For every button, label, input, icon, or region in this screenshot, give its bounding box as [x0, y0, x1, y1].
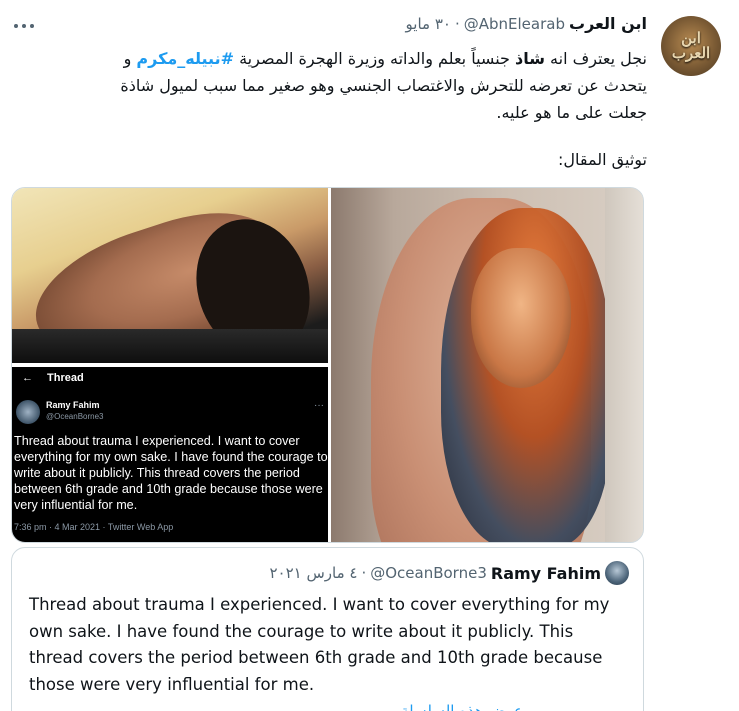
tweet-text-strong: شاذ — [515, 49, 545, 68]
thread-screenshot-text: Thread about trauma I experienced. I wan… — [14, 434, 328, 512]
thread-screenshot-name: Ramy Fahim — [46, 400, 100, 410]
media-grid: ← Thread Ramy Fahim @OceanBorne3 ··· Thr… — [11, 187, 644, 543]
tweet-text: نجل يعترف انه شاذ جنسياً بعلم والداته وز… — [47, 45, 647, 126]
quoted-tweet-date: ٤ مارس ٢٠٢١ — [269, 564, 358, 582]
tweet-text-line: يتحدث عن تعرضه للتحرش والاغتصاب الجنسي و… — [120, 76, 647, 95]
tweet[interactable]: ابن العرب ابن العرب @AbnElearab · ٣٠ ماي… — [0, 0, 739, 711]
tweet-text-line: جعلت على ما هو عليه. — [496, 103, 647, 122]
quoted-author-handle: @OceanBorne3 — [370, 564, 487, 582]
tweet-text-segment: و — [123, 49, 137, 68]
thread-screenshot-meta: 7:36 pm · 4 Mar 2021 · Twitter Web App — [14, 522, 174, 532]
thread-screenshot-avatar — [16, 400, 40, 424]
source-label: توثيق المقال: — [558, 150, 647, 169]
thread-screenshot-topbar: ← Thread — [22, 372, 84, 384]
thread-screenshot-more-icon: ··· — [314, 400, 324, 411]
show-thread-link[interactable]: عرض هذه السلسلة — [401, 702, 523, 711]
quoted-header-separator: · — [361, 564, 367, 582]
photo-selfie[interactable] — [12, 188, 328, 384]
thread-screenshot-title: Thread — [47, 372, 84, 384]
photo-lion-tattoo[interactable] — [331, 188, 643, 542]
quoted-author-name: Ramy Fahim — [490, 563, 601, 583]
hashtag-link[interactable]: #نبيله_مكرم — [136, 49, 234, 68]
more-options-icon[interactable] — [14, 22, 34, 30]
tweet-text-segment: جنسياً بعلم والداته وزيرة الهجرة المصرية — [234, 49, 515, 68]
photo-thread-screenshot[interactable]: ← Thread Ramy Fahim @OceanBorne3 ··· Thr… — [12, 367, 328, 542]
quoted-tweet-text: Thread about trauma I experienced. I wan… — [29, 595, 610, 694]
author-name[interactable]: ابن العرب — [569, 14, 647, 33]
header-separator: · — [454, 14, 460, 33]
author-avatar[interactable]: ابن العرب — [661, 16, 721, 76]
tweet-header: ابن العرب @AbnElearab · ٣٠ مايو — [406, 14, 647, 33]
back-arrow-icon: ← — [22, 372, 33, 384]
quoted-author-avatar — [605, 561, 629, 585]
tweet-text-segment: نجل يعترف انه — [544, 49, 647, 68]
avatar-logo-text: ابن العرب — [671, 29, 711, 62]
post-date[interactable]: ٣٠ مايو — [406, 15, 451, 33]
quoted-tweet[interactable]: Ramy Fahim @OceanBorne3 · ٤ مارس ٢٠٢١ Th… — [11, 547, 644, 711]
author-handle[interactable]: @AbnElearab — [464, 15, 565, 33]
thread-screenshot-handle: @OceanBorne3 — [46, 412, 104, 421]
quoted-tweet-header: Ramy Fahim @OceanBorne3 · ٤ مارس ٢٠٢١ — [269, 561, 629, 585]
